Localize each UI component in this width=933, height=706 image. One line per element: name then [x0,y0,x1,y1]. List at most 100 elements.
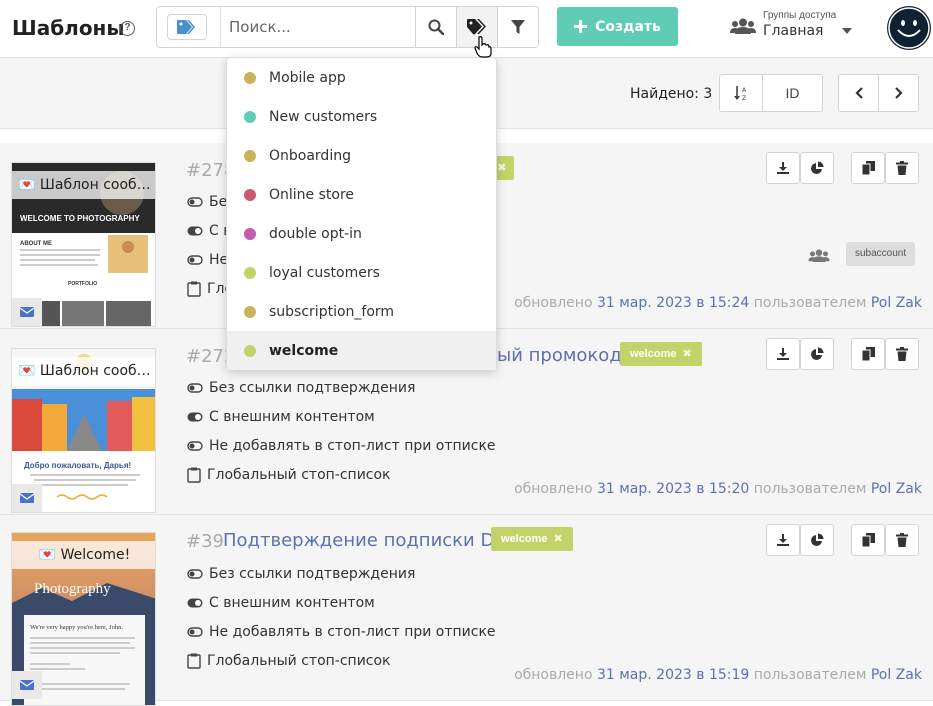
template-id: #39 [186,531,224,552]
download-button[interactable] [766,524,800,556]
toggle-on-icon [187,226,203,236]
sort-alpha-button[interactable]: AZ [719,74,763,112]
tag-color-dot [244,305,256,318]
template-tag[interactable]: welcome ✖ [620,342,702,366]
create-button-label: Создать [595,18,661,35]
toggle-off-icon [187,627,203,637]
stats-button[interactable] [800,152,834,184]
next-page-button[interactable] [878,74,919,112]
hand-cursor-icon [474,36,492,58]
thumb-happy: We're very happy you're here, John. [30,624,123,631]
sort-az-icon: AZ [734,86,747,101]
dropdown-item-mobile-app[interactable]: Mobile app [227,58,496,97]
download-icon [777,162,789,174]
delete-button[interactable] [885,152,919,184]
download-icon [777,534,789,546]
search-button[interactable] [415,7,456,47]
dropdown-item-double-opt-in[interactable]: double opt-in [227,214,496,253]
access-group-select[interactable]: Главная [763,23,823,39]
dropdown-item-new-customers[interactable]: New customers [227,97,496,136]
stats-button[interactable] [800,338,834,370]
filter-button[interactable] [497,7,538,47]
users-icon [730,18,756,34]
updated-date-link[interactable]: 31 мар. 2023 в 15:19 [597,667,749,683]
updated-info: обновлено 31 мар. 2023 в 15:20 пользоват… [514,481,922,497]
template-thumbnail[interactable]: Добро пожаловать, Дарья! 💌 Шаблон сооб… [11,348,156,513]
toggle-off-icon [187,569,203,579]
feature-stoplist: Не добавлять в стоп-лист при отписке [187,624,496,640]
chevron-down-icon[interactable] [842,28,852,34]
copy-button[interactable] [851,524,885,556]
user-link[interactable]: Pol Zak [871,667,922,683]
tag-color-dot [244,188,256,201]
thumb-greeting: Добро пожаловать, Дарья! [24,461,131,470]
tag-color-dot [244,110,256,123]
trash-icon [896,161,908,175]
svg-text:A: A [742,87,747,94]
toggle-off-icon [187,197,203,207]
feature-external-content: С в [187,223,231,239]
sort-id-button[interactable]: ID [762,74,823,112]
thumbnail-title: 💌 Шаблон сооб… [12,357,155,385]
dropdown-item-loyal-customers[interactable]: loyal customers [227,253,496,292]
delete-button[interactable] [885,338,919,370]
help-icon[interactable]: ? [120,21,135,36]
email-type-badge [12,298,42,326]
dropdown-item-welcome[interactable]: welcome [227,331,496,370]
template-name-link[interactable]: ый промокод [497,345,622,366]
mail-icon [20,307,34,317]
download-button[interactable] [766,338,800,370]
updated-info: обновлено 31 мар. 2023 в 15:24 пользоват… [514,295,922,311]
avatar[interactable] [887,6,931,50]
access-groups-label: Группы доступа [763,10,837,21]
template-thumbnail[interactable]: Photography We're very happy you're here… [11,532,156,706]
users-icon [808,249,830,262]
svg-text:Z: Z [742,95,746,101]
user-link[interactable]: Pol Zak [871,481,922,497]
copy-button[interactable] [851,152,885,184]
dropdown-item-subscription-form[interactable]: subscription_form [227,292,496,331]
tag-color-dot [244,344,256,357]
clipboard-icon [187,467,201,483]
thumb-portfolio: PORTFOLIO [68,281,97,287]
thumb-photography: Photography [34,581,111,597]
tag-color-dot [244,71,256,84]
found-count: Найдено: 3 [630,86,713,102]
tags-icon [467,19,486,35]
template-tag[interactable]: welcome ✖ [491,527,573,551]
tag-filter-chip[interactable] [167,14,207,40]
user-link[interactable]: Pol Zak [871,295,922,311]
feature-stoplist: Не добавлять в стоп-лист при отписке [187,438,496,454]
copy-button[interactable] [851,338,885,370]
dropdown-item-online-store[interactable]: Online store [227,175,496,214]
thumb-about: ABOUT ME [20,241,52,247]
template-thumbnail[interactable]: WELCOME TO PHOTOGRAPHY ABOUT ME PORTFOLI… [11,162,156,327]
thumb-heading: WELCOME TO PHOTOGRAPHY [20,214,140,223]
tag-color-dot [244,149,256,162]
feature-global-stoplist: Глобальный стоп-список [187,653,391,669]
copy-icon [861,347,875,361]
prev-page-button[interactable] [838,74,879,112]
pie-chart-icon [811,347,824,360]
tag-icon [177,20,195,34]
toggle-on-icon [187,598,203,608]
create-button[interactable]: Создать [557,7,678,46]
remove-tag-icon: ✖ [553,533,563,545]
mail-icon [20,493,34,503]
copy-icon [861,161,875,175]
stats-button[interactable] [800,524,834,556]
updated-date-link[interactable]: 31 мар. 2023 в 15:20 [597,481,749,497]
search-input[interactable] [229,15,409,39]
dropdown-item-onboarding[interactable]: Onboarding [227,136,496,175]
updated-date-link[interactable]: 31 мар. 2023 в 15:24 [597,295,749,311]
template-name-link[interactable]: Подтверждение подписки DOI [223,530,514,551]
toggle-off-icon [187,441,203,451]
mail-icon [20,680,34,690]
search-separator [220,7,221,47]
download-button[interactable] [766,152,800,184]
delete-button[interactable] [885,524,919,556]
feature-global-stoplist: Глобальный стоп-список [187,467,391,483]
remove-tag-icon: ✖ [682,348,692,360]
filter-icon [511,20,525,34]
remove-tag-icon: ✖ [497,162,507,174]
